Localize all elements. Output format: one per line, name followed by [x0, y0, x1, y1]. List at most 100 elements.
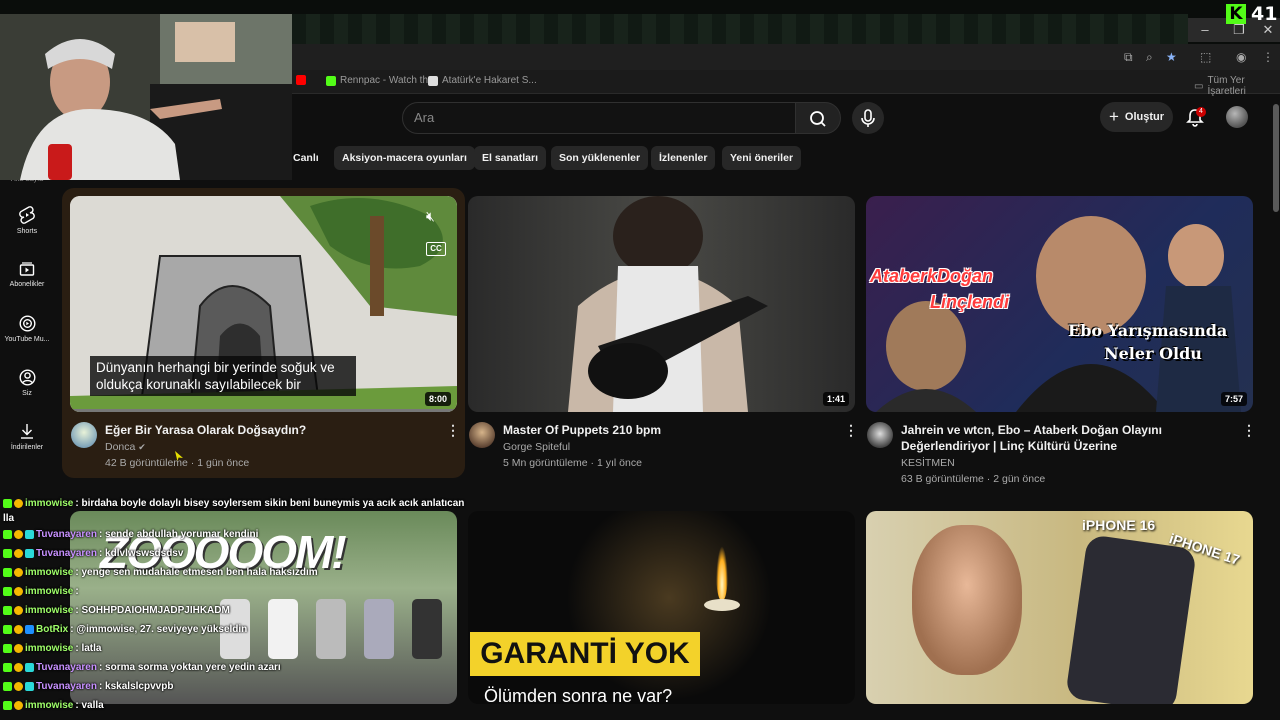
sidebar-item-subscriptions[interactable]: Abonelikler	[0, 261, 54, 288]
view-count: 63 B görüntüleme	[901, 473, 984, 485]
chat-username[interactable]: immowise	[25, 498, 73, 509]
bookmark-item[interactable]: Atatürk'e Hakaret S...	[428, 75, 537, 86]
all-bookmarks[interactable]: ▭ Tüm Yer İşaretleri	[1194, 75, 1280, 97]
thumbnail-text: Linçlendi	[930, 292, 1010, 312]
chat-username[interactable]: immowise	[25, 586, 73, 597]
chat-username[interactable]: immowise	[25, 643, 73, 654]
chat-message: immowise : latla	[3, 643, 101, 654]
user-icon	[18, 369, 36, 386]
extensions-icon[interactable]: ⬚	[1200, 50, 1211, 64]
sidebar-item-youtube-music[interactable]: YouTube Mu...	[0, 315, 54, 343]
bookmark-item[interactable]: Rennpac - Watch th...	[326, 75, 436, 86]
subscriber-badge-icon	[14, 701, 23, 711]
avatar[interactable]	[469, 422, 495, 448]
channel-name[interactable]: Gorge Spiteful	[503, 441, 570, 453]
bookmark-star-icon[interactable]: ★	[1166, 50, 1177, 64]
candle-image	[704, 599, 740, 611]
chat-username[interactable]: Tuvanayaren	[36, 662, 97, 673]
search-icon	[810, 111, 826, 127]
chip-action-adventure[interactable]: Aksiyon-macera oyunları	[334, 146, 475, 170]
more-options-icon[interactable]: ⋮	[1242, 422, 1256, 439]
chat-username[interactable]: immowise	[25, 605, 73, 616]
subscriber-badge-icon	[14, 606, 23, 616]
kick-badge-icon	[3, 549, 12, 559]
sidebar-item-shorts[interactable]: Shorts	[0, 206, 54, 235]
streamer-webcam-image	[0, 14, 292, 180]
video-title[interactable]: Master Of Puppets 210 bpm	[503, 422, 833, 438]
subscriber-badge-icon	[14, 549, 23, 559]
chip-new-to-you[interactable]: Yeni öneriler	[722, 146, 802, 170]
video-thumbnail[interactable]: 1:41	[468, 196, 855, 412]
chip-recently-uploaded[interactable]: Son yüklenenler	[551, 146, 649, 170]
captions-icon[interactable]: CC	[426, 242, 446, 256]
video-thumbnail[interactable]: AtaberkDoğan Linçlendi Ebo Yarışmasında …	[866, 196, 1253, 412]
avatar[interactable]	[1226, 106, 1248, 128]
chat-text: : sende abdullah yorumar kendini	[98, 529, 259, 541]
chip-crafts[interactable]: El sanatları	[474, 146, 547, 170]
voice-search-button[interactable]	[852, 102, 884, 134]
channel-name[interactable]: Donca ✔	[105, 441, 146, 453]
chat-username[interactable]: Tuvanayaren	[36, 529, 97, 540]
scrollbar-thumb[interactable]	[1273, 104, 1279, 212]
video-thumbnail[interactable]: Dünyanın herhangi bir yerinde soğuk ve o…	[70, 196, 457, 412]
kick-badge-icon	[3, 625, 12, 635]
subscriber-badge-icon	[14, 530, 23, 540]
candle-flame	[716, 546, 728, 601]
kick-badge-icon	[3, 682, 12, 692]
chat-badge-icon	[25, 549, 34, 559]
thumbnail-text: GARANTİ YOK	[470, 632, 700, 676]
zoom-icon[interactable]: ⌕	[1146, 50, 1153, 65]
kick-badge-icon	[3, 587, 12, 597]
chat-message: immowise :	[3, 586, 79, 597]
minimize-icon[interactable]: –	[1188, 18, 1222, 42]
kick-badge-icon	[3, 644, 12, 654]
chat-text: : @immowise, 27. seviyeye yükseldin	[70, 624, 248, 636]
profile-icon[interactable]: ◉	[1236, 50, 1246, 64]
chip-live[interactable]: Canlı	[293, 146, 319, 170]
chat-username[interactable]: BotRix	[36, 624, 68, 635]
video-title[interactable]: Eğer Bir Yarasa Olarak Doğsaydın?	[105, 422, 435, 438]
sidebar-item-downloads[interactable]: İndirilenler	[0, 423, 54, 451]
chat-message: Tuvanayaren : sorma sorma yoktan yere ye…	[3, 662, 281, 673]
avatar[interactable]	[867, 422, 893, 448]
chat-username[interactable]: Tuvanayaren	[36, 681, 97, 692]
chat-username[interactable]: Tuvanayaren	[36, 548, 97, 559]
phone-image	[364, 599, 394, 659]
sidebar-item-you[interactable]: Siz	[0, 369, 54, 397]
chat-text: : kskalslcpvvpb	[98, 681, 174, 693]
chip-watched[interactable]: İzlenenler	[651, 146, 716, 170]
subscriptions-icon	[19, 262, 35, 276]
search-button[interactable]	[795, 102, 841, 134]
preview-progress	[70, 409, 457, 412]
more-options-icon[interactable]: ⋮	[844, 422, 858, 439]
mute-icon[interactable]: 🔇︎	[426, 208, 446, 226]
avatar[interactable]	[71, 422, 97, 448]
bookmark-youtube[interactable]	[296, 75, 306, 85]
kick-badge-icon	[3, 606, 12, 616]
menu-icon[interactable]: ⋮	[1262, 50, 1274, 64]
webcam-overlay	[0, 14, 292, 180]
channel-name[interactable]: KESİTMEN	[901, 457, 955, 469]
phone-image	[412, 599, 442, 659]
chat-username[interactable]: immowise	[25, 700, 73, 711]
duration-badge: 8:00	[424, 392, 451, 406]
folder-icon: ▭	[1194, 80, 1204, 92]
youtube-music-icon	[18, 315, 36, 332]
chat-message: Tuvanayaren : kdlvlwswsdsdsv	[3, 548, 183, 559]
chat-message: BotRix : @immowise, 27. seviyeye yükseld…	[3, 624, 247, 635]
more-options-icon[interactable]: ⋮	[446, 422, 460, 439]
video-thumbnail[interactable]: iPHONE 16 iPHONE 17	[866, 511, 1253, 704]
thumbnail-text: Ebo Yarışmasında	[1068, 321, 1228, 340]
chat-text: : yenge sen mudahale etmesen ben hala ha…	[75, 567, 318, 579]
chat-message: immowise : yenge sen mudahale etmesen be…	[3, 567, 318, 578]
install-app-icon[interactable]: ⧉	[1124, 50, 1133, 65]
search-input[interactable]	[402, 102, 796, 134]
video-title[interactable]: Jahrein ve wtcn, Ebo – Ataberk Doğan Ola…	[901, 422, 1236, 454]
chat-message: Tuvanayaren : kskalslcpvvpb	[3, 681, 173, 692]
video-thumbnail[interactable]: GARANTİ YOK Ölümden sonra ne var?	[468, 511, 855, 704]
sidebar-item-label: İndirilenler	[10, 444, 44, 451]
microphone-icon	[861, 109, 875, 127]
create-button[interactable]: + Oluştur	[1100, 102, 1173, 132]
chat-text: : kdlvlwswsdsdsv	[98, 548, 184, 560]
chat-username[interactable]: immowise	[25, 567, 73, 578]
